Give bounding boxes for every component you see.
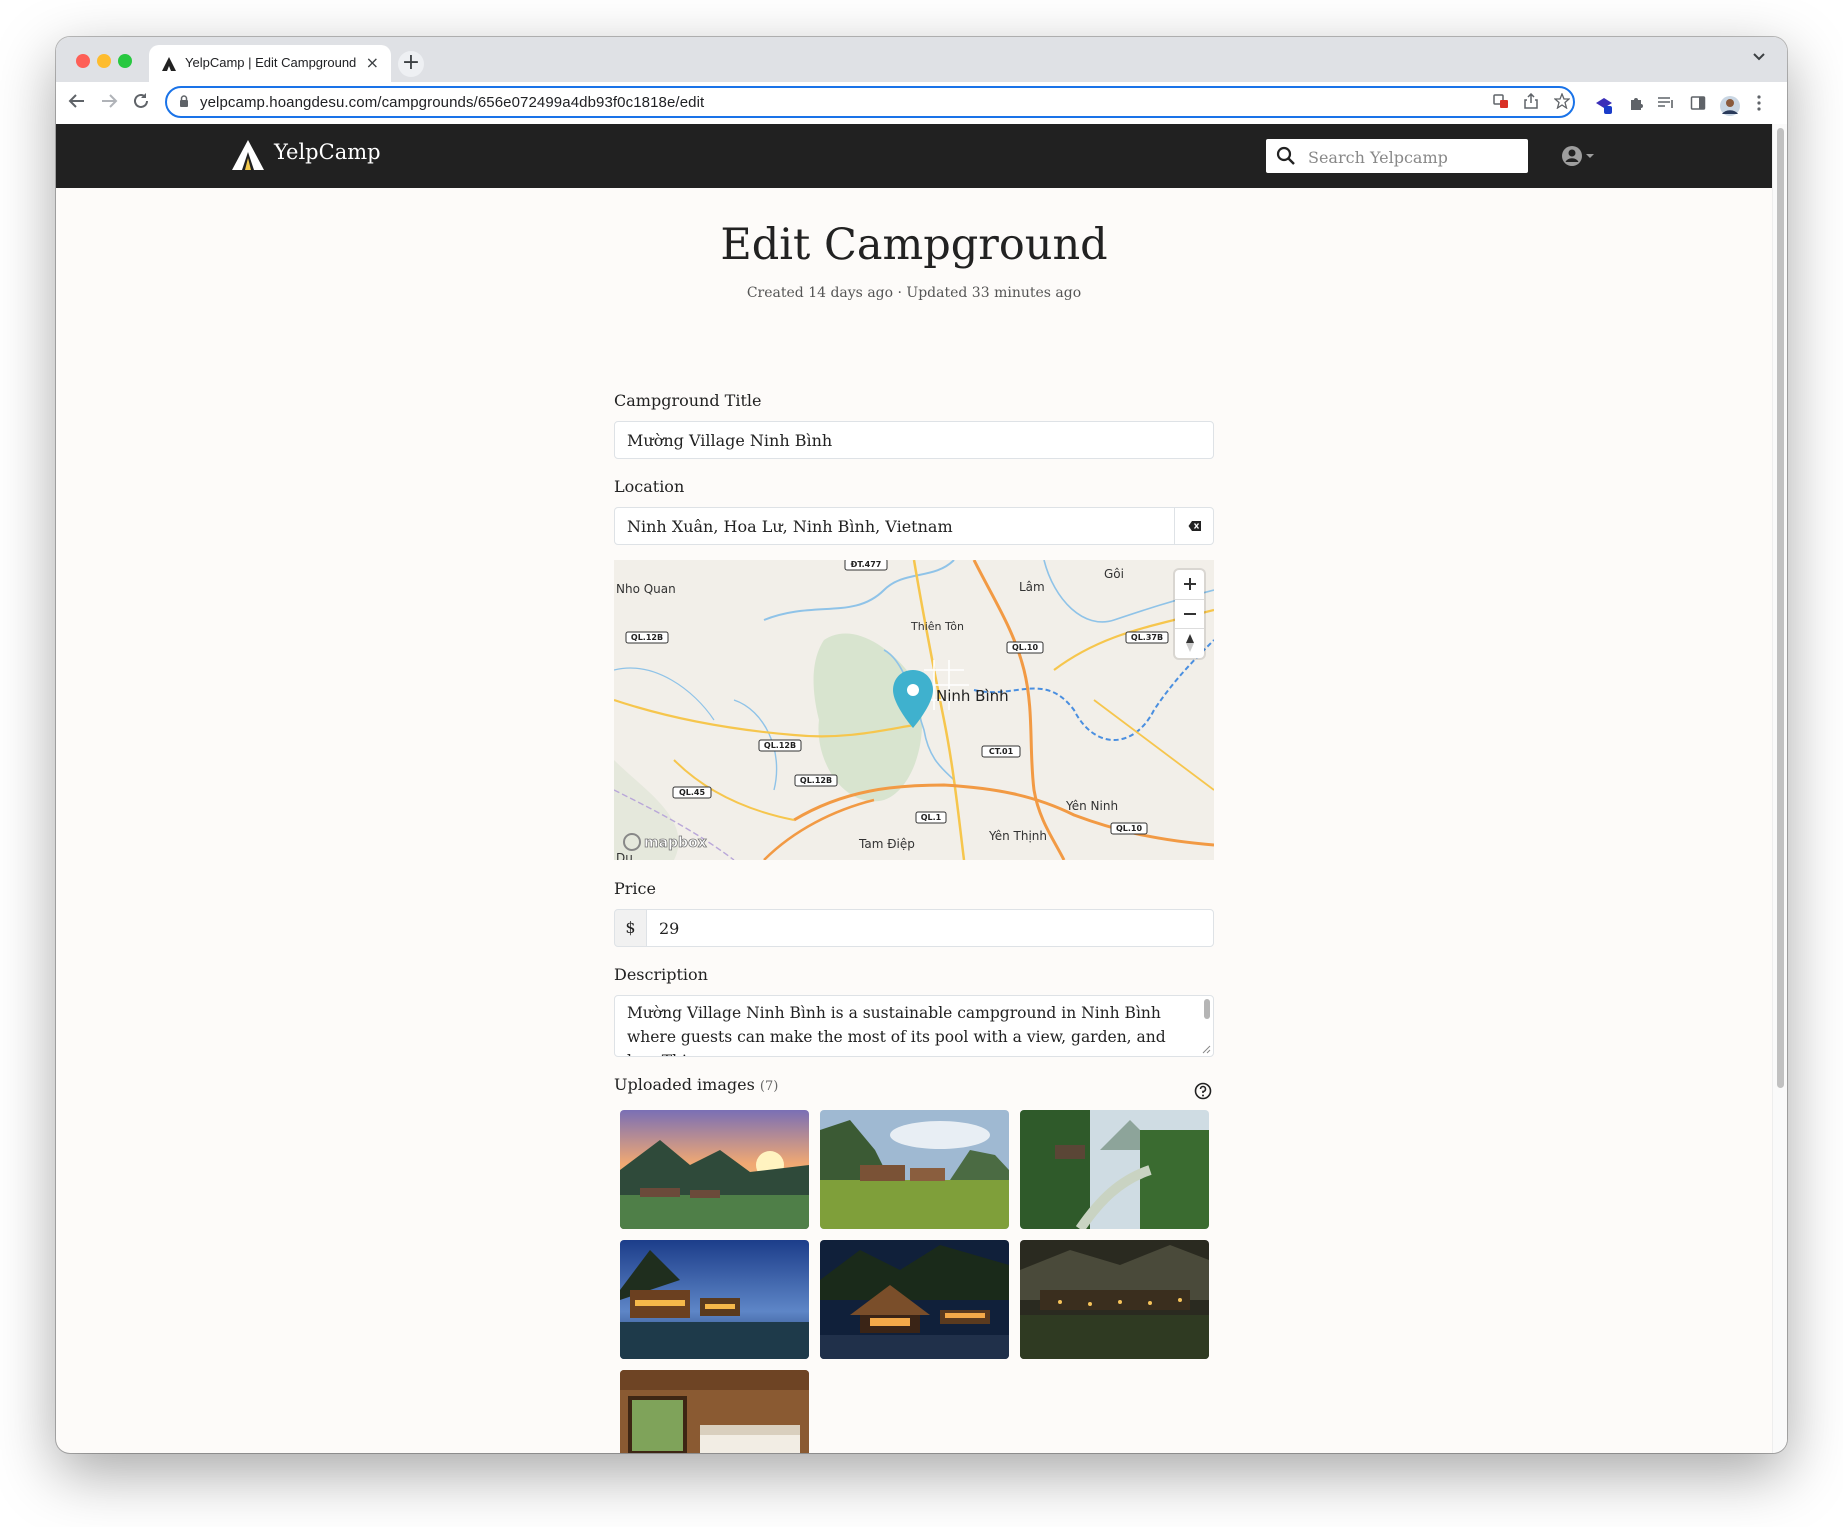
url-text[interactable]: yelpcamp.hoangdesu.com/campgrounds/656e0… — [200, 94, 704, 111]
shield-ql45: QL.45 — [679, 788, 706, 797]
reload-icon[interactable] — [130, 91, 152, 113]
tent-logo-icon[interactable] — [230, 138, 266, 172]
tab-strip: YelpCamp | Edit Campground × + — [56, 37, 1787, 82]
tab-search-chevron-icon[interactable] — [1753, 49, 1765, 65]
bookmark-star-icon[interactable] — [1553, 92, 1571, 111]
compass-icon — [1185, 634, 1194, 652]
map-canvas[interactable]: Nho Quan Lâm Gôi Thiên Tôn Ninh Bình Yên… — [614, 560, 1214, 860]
shield-ql37b: QL.37B — [1131, 633, 1163, 642]
lock-icon[interactable] — [179, 95, 189, 108]
user-menu-dropdown[interactable] — [1561, 144, 1601, 168]
map-label-tam-diep: Tam Điệp — [858, 837, 915, 851]
browser-window: YelpCamp | Edit Campground × + yelpcamp.… — [56, 37, 1787, 1453]
title-input[interactable] — [614, 421, 1214, 459]
location-map[interactable]: Nho Quan Lâm Gôi Thiên Tôn Ninh Bình Yên… — [614, 560, 1214, 860]
uploaded-image-1[interactable] — [620, 1110, 809, 1229]
active-tab[interactable]: YelpCamp | Edit Campground × — [149, 45, 391, 82]
shield-ql10-a: QL.10 — [1012, 643, 1039, 652]
map-label-yen-thinh: Yên Thịnh — [988, 829, 1047, 843]
search-icon — [1276, 146, 1295, 165]
map-controls — [1175, 570, 1204, 658]
page-content: Edit Campground Created 14 days ago · Up… — [56, 188, 1772, 1453]
price-currency-addon: $ — [614, 909, 647, 947]
user-circle-icon[interactable] — [1561, 144, 1601, 168]
page-title: Edit Campground — [720, 220, 1108, 270]
reading-list-icon[interactable] — [1656, 95, 1676, 115]
page-scrollbar-thumb[interactable] — [1777, 128, 1784, 1088]
side-panel-icon[interactable] — [1688, 95, 1708, 115]
map-label-ninh-binh: Ninh Bình — [936, 687, 1009, 705]
map-label-lam: Lâm — [1019, 580, 1045, 594]
search-box[interactable] — [1266, 139, 1528, 175]
shield-ql12b-c: QL.12B — [800, 776, 832, 785]
uploaded-image-2[interactable] — [820, 1110, 1009, 1229]
map-label-thien-ton: Thiên Tôn — [910, 620, 964, 633]
page-scrollbar[interactable] — [1772, 124, 1787, 1453]
clear-location-button[interactable] — [1174, 507, 1214, 545]
profile-avatar-icon[interactable] — [1719, 95, 1740, 116]
uploaded-images-label: Uploaded images — [614, 1075, 755, 1094]
backspace-icon — [1188, 521, 1201, 531]
minimize-window-button[interactable] — [97, 54, 111, 68]
maximize-window-button[interactable] — [118, 54, 132, 68]
price-input[interactable] — [646, 909, 1214, 947]
more-menu-icon[interactable] — [1749, 95, 1769, 115]
back-arrow-icon[interactable] — [66, 91, 88, 113]
search-input[interactable] — [1306, 139, 1525, 175]
zoom-in-button[interactable] — [1175, 570, 1204, 599]
uploaded-image-6[interactable] — [1020, 1240, 1209, 1359]
location-input[interactable] — [614, 507, 1214, 545]
extension-badge-icon[interactable] — [1594, 95, 1614, 115]
map-label-du: Du — [616, 851, 633, 860]
yelpcamp-favicon-icon — [162, 57, 176, 71]
tab-title: YelpCamp | Edit Campground — [185, 55, 357, 70]
forward-arrow-icon[interactable] — [98, 91, 120, 113]
translate-icon[interactable] — [1492, 93, 1510, 111]
address-bar[interactable]: yelpcamp.hoangdesu.com/campgrounds/656e0… — [165, 86, 1575, 118]
map-label-yen-ninh: Yên Ninh — [1065, 799, 1118, 813]
resize-handle-icon[interactable] — [1202, 1045, 1211, 1054]
uploaded-images-heading: Uploaded images (7) — [614, 1075, 778, 1094]
map-label-goi: Gôi — [1104, 567, 1124, 581]
shield-ql12b-b: QL.12B — [764, 741, 796, 750]
uploaded-image-3[interactable] — [1020, 1110, 1209, 1229]
uploaded-images-count: (7) — [759, 1079, 779, 1094]
zoom-out-button[interactable] — [1175, 599, 1204, 629]
title-label: Campground Title — [614, 391, 762, 410]
new-tab-button[interactable]: + — [398, 51, 424, 77]
description-textarea[interactable]: Mường Village Ninh Bình is a sustainable… — [614, 995, 1214, 1057]
uploaded-image-5[interactable] — [820, 1240, 1009, 1359]
location-label: Location — [614, 477, 685, 496]
shield-ql12b-a: QL.12B — [631, 633, 663, 642]
uploaded-image-4[interactable] — [620, 1240, 809, 1359]
description-label: Description — [614, 965, 708, 984]
description-text: Mường Village Ninh Bình is a sustainable… — [627, 1004, 1166, 1056]
help-question-icon[interactable] — [1194, 1082, 1212, 1100]
map-label-nho-quan: Nho Quan — [616, 582, 676, 596]
puzzle-extensions-icon[interactable] — [1626, 95, 1646, 115]
svg-text:mapbox: mapbox — [644, 835, 707, 851]
shield-ql1: QL.1 — [921, 813, 942, 822]
page-timestamps: Created 14 days ago · Updated 33 minutes… — [746, 285, 1082, 301]
shield-ql10-b: QL.10 — [1116, 824, 1143, 833]
close-window-button[interactable] — [76, 54, 90, 68]
price-label: Price — [614, 879, 656, 898]
uploaded-image-7[interactable] — [620, 1370, 809, 1453]
shield-dt477: ĐT.477 — [851, 560, 882, 569]
description-scrollbar[interactable] — [1204, 999, 1210, 1019]
brand-name[interactable]: YelpCamp — [274, 140, 381, 164]
tab-close-icon[interactable]: × — [366, 53, 379, 72]
share-icon[interactable] — [1522, 92, 1540, 111]
compass-reset-button[interactable] — [1175, 628, 1204, 658]
site-navbar: YelpCamp — [56, 124, 1772, 188]
browser-toolbar: yelpcamp.hoangdesu.com/campgrounds/656e0… — [56, 82, 1787, 125]
shield-ct01: CT.01 — [989, 747, 1014, 756]
